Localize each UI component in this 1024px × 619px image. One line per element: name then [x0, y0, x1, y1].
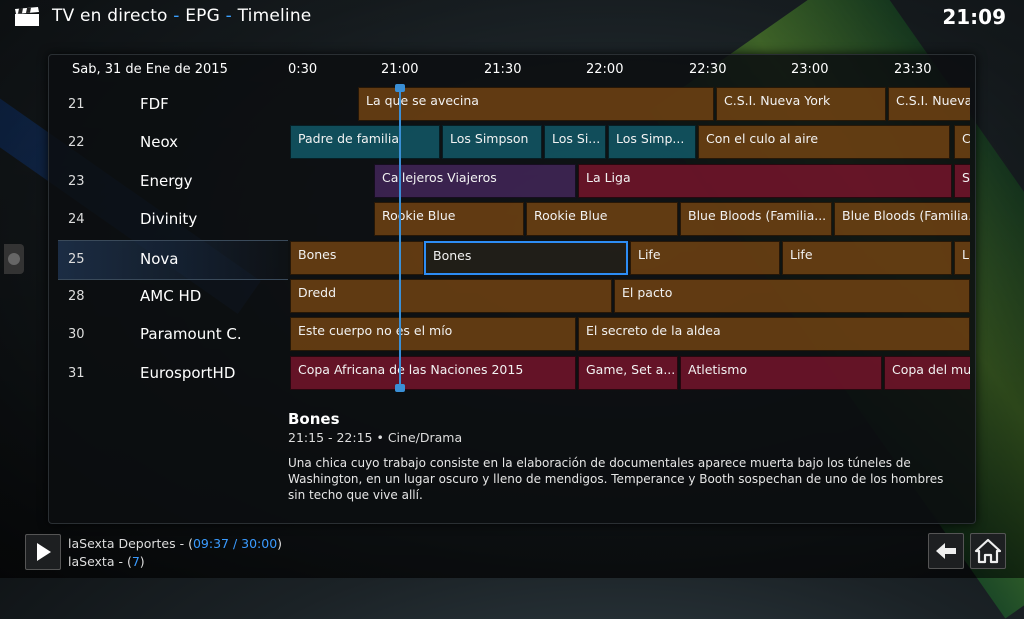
channel-name: FDF: [140, 95, 169, 113]
channel-number: 28: [68, 289, 85, 304]
current-time-line: [399, 84, 401, 390]
channel-row[interactable]: 24 Divinity: [58, 201, 288, 239]
program-block[interactable]: Callejeros Viajeros: [374, 163, 576, 198]
program-block[interactable]: El pacto: [614, 279, 970, 313]
program-block[interactable]: Padre de familia: [290, 125, 440, 160]
time-tick: 23:00: [791, 62, 829, 77]
program-block[interactable]: Life: [782, 240, 952, 275]
program-block[interactable]: El secreto de la aldea: [578, 317, 970, 352]
channel-name: Nova: [140, 249, 179, 268]
program-block[interactable]: La Liga: [578, 163, 952, 198]
channel-row[interactable]: 21 FDF: [58, 86, 288, 124]
breadcrumb-section: TV en directo: [52, 6, 168, 26]
now-playing-channel-2: laSexta - (: [68, 554, 132, 569]
time-tick: 22:30: [689, 62, 727, 77]
channel-row[interactable]: 30 Paramount C.: [58, 316, 288, 354]
program-block[interactable]: Blue Bloods (Familia...: [680, 202, 832, 237]
channel-name: Divinity: [140, 210, 198, 229]
program-block[interactable]: Con el culo al aire: [698, 125, 950, 160]
now-playing-time: 09:37 / 30:00: [192, 536, 278, 551]
side-menu-handle[interactable]: [4, 244, 24, 274]
program-title: Bones: [288, 410, 340, 428]
channel-number: 31: [68, 365, 85, 381]
program-block[interactable]: C: [954, 125, 970, 160]
header-bar: TV en directo - EPG - Timeline 21:09: [0, 0, 1024, 36]
now-playing-paren: ): [139, 554, 145, 569]
program-block[interactable]: Copa del mun: [884, 355, 970, 390]
now-playing-line-1: laSexta Deportes - (09:37 / 30:00): [68, 536, 282, 551]
channel-number: 25: [68, 251, 85, 267]
channel-name: Neox: [140, 133, 179, 152]
program-block[interactable]: C.S.I. Nueva York: [716, 87, 886, 121]
channel-number: 22: [68, 135, 85, 151]
breadcrumb-epg: EPG: [185, 6, 221, 26]
now-playing-number: 7: [131, 554, 140, 569]
channel-name: Energy: [140, 171, 193, 190]
program-block[interactable]: Game, Set a...: [578, 355, 678, 390]
program-description: Una chica cuyo trabajo consiste en la el…: [288, 456, 944, 502]
program-block[interactable]: Life: [630, 240, 780, 275]
program-block[interactable]: Rookie Blue: [526, 202, 678, 237]
program-block[interactable]: Los Simpson: [442, 125, 542, 160]
time-tick: 23:30: [894, 62, 932, 77]
channel-row[interactable]: 25 Nova: [58, 239, 288, 280]
channel-number: 24: [68, 212, 85, 228]
clapperboard-icon: [15, 7, 39, 26]
program-block[interactable]: Los Si...: [544, 125, 606, 160]
channel-list: 21 FDF 22 Neox 23 Energy 24 Divinity 25 Nova 28 AMC…: [58, 86, 288, 392]
program-block[interactable]: Blue Bloods (Familia...: [834, 202, 970, 237]
time-tick: 21:30: [484, 62, 522, 77]
channel-name: EurosportHD: [140, 363, 236, 382]
channel-name: Paramount C.: [140, 325, 242, 344]
channel-name: AMC HD: [140, 287, 202, 305]
program-block[interactable]: Dredd: [290, 279, 612, 313]
arrow-left-icon: [936, 543, 956, 559]
channel-number: 21: [68, 97, 85, 112]
channel-number: 23: [68, 173, 85, 189]
current-time-marker-top: [395, 84, 405, 92]
program-block[interactable]: Li: [954, 240, 970, 275]
clock: 21:09: [942, 5, 1006, 29]
breadcrumb-timeline: Timeline: [237, 6, 312, 26]
program-block[interactable]: Este cuerpo no es el mío: [290, 317, 576, 352]
program-block[interactable]: Copa Africana de las Naciones 2015: [290, 355, 576, 390]
program-block[interactable]: Los Simp...: [608, 125, 696, 160]
current-time-marker-bottom: [395, 384, 405, 392]
time-axis: 0:30 21:00 21:30 22:00 22:30 23:00 23:30: [288, 56, 970, 82]
channel-row[interactable]: 28 AMC HD: [58, 278, 288, 316]
channel-row[interactable]: 23 Energy: [58, 163, 288, 201]
epg-date: Sab, 31 de Ene de 2015: [72, 62, 228, 77]
program-block[interactable]: S: [954, 163, 970, 198]
home-button[interactable]: [970, 533, 1006, 569]
back-button[interactable]: [928, 533, 964, 569]
program-block[interactable]: Atletismo: [680, 355, 882, 390]
channel-row[interactable]: 22 Neox: [58, 124, 288, 162]
play-button[interactable]: [25, 534, 61, 570]
breadcrumb-separator: -: [225, 6, 232, 26]
now-playing-channel: laSexta Deportes - (: [68, 536, 193, 551]
time-tick: 22:00: [586, 62, 624, 77]
circle-icon: [8, 253, 20, 265]
program-block-focused[interactable]: Bones: [424, 240, 628, 275]
time-tick: 21:00: [381, 62, 419, 77]
program-time: 21:15 - 22:15 • Cine/Drama: [288, 430, 463, 445]
breadcrumb-separator: -: [173, 6, 180, 26]
program-block[interactable]: Bones: [290, 240, 424, 275]
home-icon: [974, 538, 1002, 564]
program-block[interactable]: C.S.I. Nueva: [888, 87, 970, 121]
channel-row[interactable]: 31 EurosportHD: [58, 355, 288, 393]
program-grid: La que se avecina C.S.I. Nueva York C.S.I.…: [288, 86, 970, 392]
program-block[interactable]: La que se avecina: [358, 87, 714, 121]
program-block[interactable]: Rookie Blue: [374, 202, 524, 237]
time-tick: 0:30: [288, 62, 318, 77]
now-playing-line-2: laSexta - (7): [68, 554, 145, 569]
channel-number: 30: [68, 327, 85, 343]
breadcrumb: TV en directo - EPG - Timeline: [52, 6, 311, 26]
now-playing-paren: ): [277, 536, 283, 551]
